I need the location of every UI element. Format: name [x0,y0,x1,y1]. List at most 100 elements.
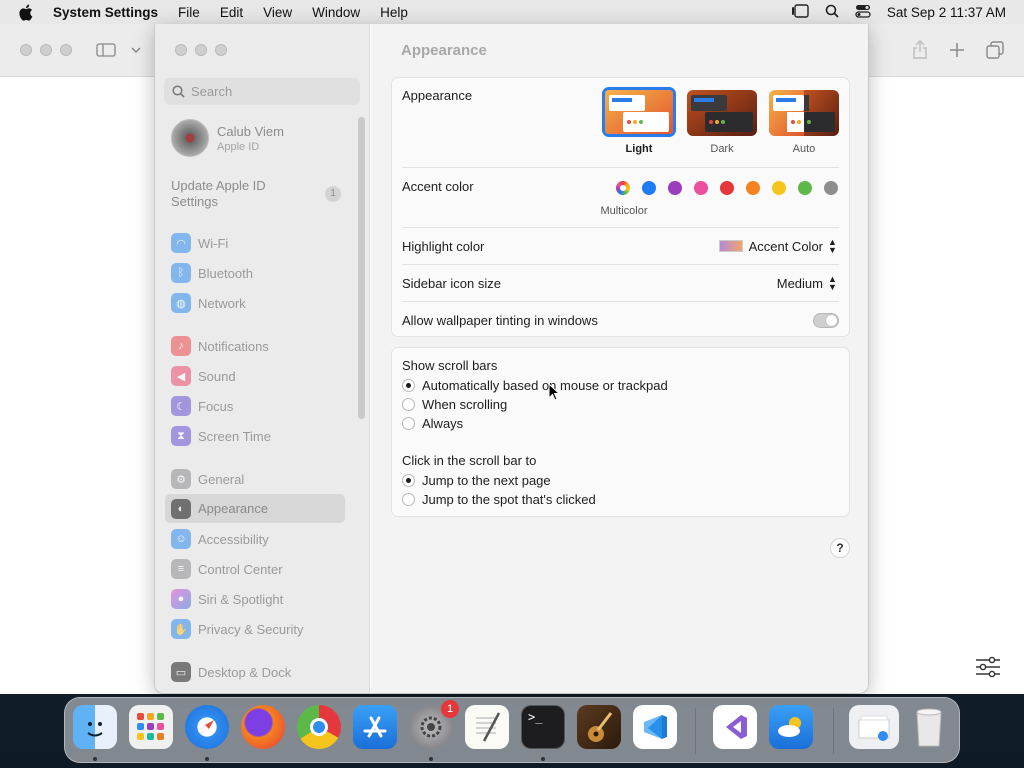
dock-textedit-icon[interactable] [465,705,509,749]
sidebar-toggle-icon[interactable] [96,40,116,60]
accent-swatch-red[interactable] [720,181,734,195]
bell-icon: ♪ [171,336,191,356]
stage-manager-icon[interactable] [791,3,809,21]
plus-icon[interactable] [947,40,967,60]
radio-label: When scrolling [422,397,508,412]
sidebar-item-accessibility[interactable]: ☺ Accessibility [165,525,345,553]
appearance-option-auto[interactable] [769,90,839,136]
zoom-button[interactable] [215,44,227,56]
accent-swatch-multicolor[interactable] [616,181,630,195]
accent-swatch-graphite[interactable] [824,181,838,195]
radio-label: Jump to the next page [422,473,551,488]
accent-swatch-yellow[interactable] [772,181,786,195]
sidebar-item-siri[interactable]: ● Siri & Spotlight [165,585,345,613]
search-icon[interactable] [825,4,839,21]
sidebar-item-bluetooth[interactable]: ᛒ Bluetooth [165,259,345,287]
sidebar-item-label: Desktop & Dock [198,664,292,680]
search-icon [172,85,185,98]
sidebar-icon-size-value: Medium [776,275,823,291]
finder-minimize-button[interactable] [40,44,52,56]
speaker-icon: ◀ [171,366,191,386]
accent-swatch-green[interactable] [798,181,812,195]
accent-caption: Multicolor [600,205,648,217]
menu-edit[interactable]: Edit [220,5,243,20]
globe-icon: ◍ [171,293,191,313]
radio-scroll-always[interactable]: Always [402,416,463,431]
share-icon[interactable] [910,39,930,59]
sidebar-item-label: Wi-Fi [198,235,229,251]
update-apple-id-item[interactable]: Update Apple ID Settings 1 [171,178,341,210]
highlight-swatch [718,240,743,252]
menu-window[interactable]: Window [312,5,360,20]
dock-safari-icon[interactable] [185,705,229,749]
sidebar-item-network[interactable]: ◍ Network [165,289,345,317]
sidebar-icon-size-popup[interactable]: Medium ▲ ▼ [776,275,837,292]
accent-swatch-orange[interactable] [746,181,760,195]
radio-scroll-when-scrolling[interactable]: When scrolling [402,397,507,412]
sidebar-item-focus[interactable]: ☾ Focus [165,392,345,420]
dock-running-indicator [93,757,97,761]
menu-view[interactable]: View [263,5,292,20]
accent-swatch-purple[interactable] [668,181,682,195]
settings-sidebar: Search Calub Viem Apple ID Update Apple … [155,24,370,693]
dock-downloads-icon[interactable] [849,705,899,749]
finder-close-button[interactable] [20,44,32,56]
dock-trash-icon[interactable] [907,705,951,749]
sidebar-item-sound[interactable]: ◀ Sound [165,362,345,390]
menubar-datetime[interactable]: Sat Sep 2 11:37 AM [887,5,1006,20]
radio-jump-to-spot[interactable]: Jump to the spot that's clicked [402,492,596,507]
hand-icon: ✋ [171,619,191,639]
sidebar-item-screen-time[interactable]: ⧗ Screen Time [165,422,345,450]
menu-file[interactable]: File [178,5,200,20]
dock-firefox-icon[interactable] [241,705,285,749]
control-center-icon[interactable] [855,4,871,21]
dock-visual-studio-icon[interactable] [713,705,757,749]
menu-help[interactable]: Help [380,5,408,20]
search-field[interactable]: Search [164,78,360,105]
appearance-option-light[interactable] [602,87,676,137]
finder-zoom-button[interactable] [60,44,72,56]
dock-finder-icon[interactable] [73,705,117,749]
dock-app-store-icon[interactable] [353,705,397,749]
tabs-overview-icon[interactable] [985,40,1005,60]
show-scroll-bars-label: Show scroll bars [402,358,498,373]
highlight-color-popup[interactable]: Accent Color ▲ ▼ [718,238,837,255]
apple-menu-icon[interactable] [18,4,36,21]
sidebar-item-wifi[interactable]: ◠ Wi-Fi [165,229,345,257]
sliders-icon[interactable] [975,656,1001,681]
apple-id-item[interactable]: Calub Viem Apple ID [171,119,284,157]
radio-jump-next-page[interactable]: Jump to the next page [402,473,551,488]
dock-weather-icon[interactable] [769,705,813,749]
sidebar-scrollbar[interactable] [358,117,365,419]
radio-label: Automatically based on mouse or trackpad [422,378,668,393]
minimize-button[interactable] [195,44,207,56]
appearance-option-dark[interactable] [687,90,757,136]
divider [402,167,839,168]
highlight-value: Accent Color [748,238,823,254]
sidebar-item-privacy[interactable]: ✋ Privacy & Security [165,615,345,643]
menu-app-name[interactable]: System Settings [53,5,158,20]
appearance-option-light-label: Light [625,143,653,155]
sidebar-item-desktop-dock[interactable]: ▭ Desktop & Dock [165,658,345,686]
dock-launchpad-icon[interactable] [129,705,173,749]
dock: 1 >_ [64,697,960,763]
siri-icon: ● [171,589,191,609]
sidebar-item-control-center[interactable]: ≡ Control Center [165,555,345,583]
divider [402,264,839,265]
chevron-down-icon[interactable] [126,40,146,60]
dock-vscode-icon[interactable] [633,705,677,749]
close-button[interactable] [175,44,187,56]
wallpaper-tinting-toggle[interactable] [813,313,839,328]
sidebar-item-appearance[interactable]: ◐ Appearance [165,494,345,523]
accent-swatch-pink[interactable] [694,181,708,195]
dock-chrome-icon[interactable] [297,705,341,749]
radio-scroll-auto[interactable]: Automatically based on mouse or trackpad [402,378,668,393]
dock-terminal-icon[interactable]: >_ [521,705,565,749]
sidebar-item-general[interactable]: ⚙ General [165,465,345,493]
help-button[interactable]: ? [830,538,850,558]
radio-button [402,379,415,392]
accent-swatch-blue[interactable] [642,181,656,195]
dock-system-settings-icon[interactable]: 1 [409,700,459,749]
sidebar-item-notifications[interactable]: ♪ Notifications [165,332,345,360]
dock-guitar-app-icon[interactable] [577,705,621,749]
